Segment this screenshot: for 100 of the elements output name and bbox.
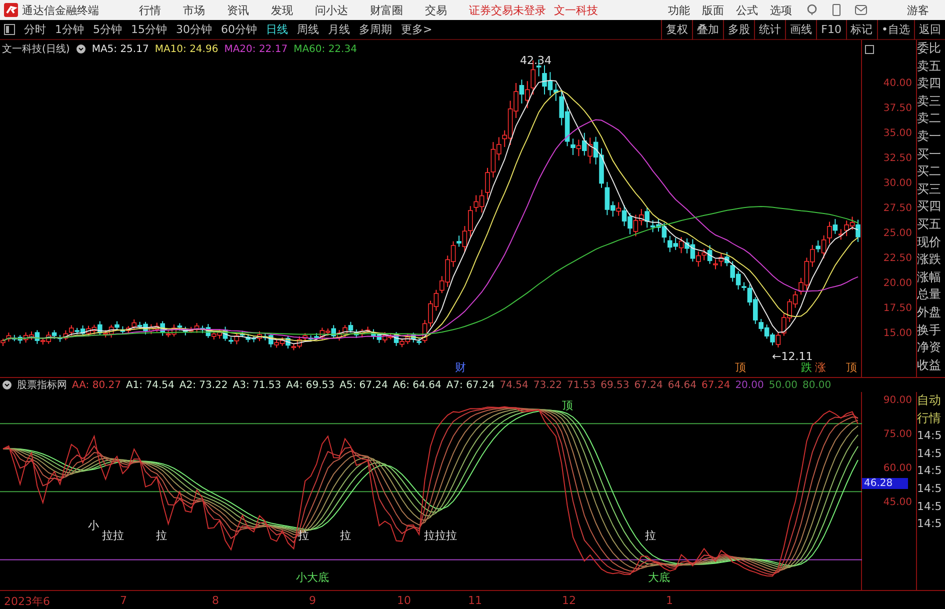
date-axis-label: 7 <box>120 594 127 607</box>
indicator-name: 股票指标网 <box>17 378 67 392</box>
price-axis-label: 27.50 <box>883 203 912 214</box>
chart-tool-button[interactable]: 叠加 <box>692 20 724 40</box>
period-tab[interactable]: 60分钟 <box>221 22 257 37</box>
tool-menu-item[interactable]: 版面 <box>702 2 724 18</box>
indicator-value: 74.54 <box>500 380 528 390</box>
signal-label: 拉拉拉 <box>424 528 457 543</box>
price-axis-label: 30.00 <box>883 178 912 189</box>
indicator-value: 80.00 <box>802 380 832 390</box>
quote-field-label: 净资 <box>917 339 942 356</box>
quote-field-label: 外盘 <box>917 304 942 321</box>
tool-menu-item[interactable]: 功能 <box>668 2 690 18</box>
indicator-value: 67.24 <box>634 380 663 390</box>
quote-field-label: 卖三 <box>917 92 942 110</box>
tool-menu-item[interactable]: 公式 <box>736 2 758 18</box>
quote-field-label: 委比 <box>917 40 942 57</box>
indicator-value: AA: 80.27 <box>72 380 121 390</box>
quote-field-label: 卖五 <box>917 58 942 75</box>
signal-label: 拉 <box>340 528 351 543</box>
panel-header[interactable]: 行情 <box>917 410 945 428</box>
period-tab[interactable]: 多周期 <box>359 22 392 37</box>
signal-label: 大底 <box>648 570 670 585</box>
signal-label: 小大底 <box>296 570 329 585</box>
menu-item[interactable]: 市场 <box>183 2 205 18</box>
menu-item[interactable]: 行情 <box>139 2 161 18</box>
period-tab[interactable]: 1分钟 <box>55 22 84 37</box>
quote-field-label: 涨跌 <box>917 251 942 268</box>
quote-field-label: 买五 <box>917 216 942 233</box>
price-axis-label: 25.00 <box>883 228 912 239</box>
indicator-value: 69.53 <box>600 380 630 390</box>
user-label[interactable]: 游客 <box>907 2 929 18</box>
indicator-value: 73.22 <box>533 380 562 390</box>
chart-tool-button[interactable]: 统计 <box>754 20 786 40</box>
price-axis-label: 32.50 <box>883 153 912 164</box>
price-axis-label: 22.50 <box>883 253 912 264</box>
tool-menu-item[interactable]: 选项 <box>770 2 792 18</box>
trade-time: 14:5 <box>917 428 943 444</box>
price-axis-label: 40.00 <box>883 78 912 89</box>
date-axis-label: 12 <box>562 594 576 607</box>
window-icon[interactable] <box>865 45 874 54</box>
chart-tool-button[interactable]: 复权 <box>661 20 692 40</box>
indicator-value: 67.24 <box>702 380 730 390</box>
support-icon[interactable] <box>806 4 818 16</box>
indicator-value: A1: 74.54 <box>126 380 174 390</box>
period-tab[interactable]: 周线 <box>297 22 319 37</box>
date-axis-label: 10 <box>397 594 411 607</box>
period-tab[interactable]: 月线 <box>328 22 350 37</box>
quote-field-label: 总量 <box>917 286 942 304</box>
app-name: 通达信金融终端 <box>22 2 99 18</box>
menu-item[interactable]: 交易 <box>425 2 447 18</box>
price-axis-label: 15.00 <box>883 328 912 339</box>
period-tab[interactable]: 5分钟 <box>93 22 122 37</box>
quote-field-label: 换手 <box>917 322 942 338</box>
menu-item[interactable]: 发现 <box>271 2 293 18</box>
chart-tool-button[interactable]: 返回 <box>914 20 945 40</box>
indicator-value: A6: 64.64 <box>392 380 442 390</box>
indicator-value: 20.00 <box>735 380 764 390</box>
date-axis-label: 11 <box>468 594 482 607</box>
chart-tool-button[interactable]: •自选 <box>876 20 914 40</box>
chart-tool-button[interactable]: 多股 <box>723 20 754 40</box>
period-tab[interactable]: 更多> <box>401 22 432 37</box>
menu-item[interactable]: 问小达 <box>315 2 348 18</box>
indicator-value: A2: 73.22 <box>179 380 228 390</box>
chart-tool-button[interactable]: F10 <box>816 20 846 40</box>
mail-icon[interactable] <box>855 5 867 15</box>
menu-item[interactable]: 财富圈 <box>370 2 403 18</box>
low-price-label: ←12.11 <box>772 350 813 363</box>
signal-label: 小 <box>88 518 99 533</box>
indicator-value: 71.53 <box>566 380 596 390</box>
panel-toggle-icon[interactable] <box>4 24 15 35</box>
indicator-value: A4: 69.53 <box>286 380 335 390</box>
chart-tool-button[interactable]: 画线 <box>785 20 816 40</box>
dropdown-icon[interactable] <box>76 44 86 54</box>
date-axis-label: 9 <box>309 594 316 607</box>
indicator-axis-label: 75.00 <box>883 429 912 440</box>
menu-item[interactable]: 资讯 <box>227 2 249 18</box>
phone-icon[interactable] <box>832 4 841 16</box>
trade-time: 14:5 <box>917 480 943 497</box>
period-tab[interactable]: 30分钟 <box>176 22 212 37</box>
quote-field-label: 卖一 <box>917 128 942 145</box>
date-axis-label: 2023年6 <box>4 594 50 609</box>
quote-field-label: 买四 <box>917 198 942 216</box>
chart-tool-button[interactable]: 标记 <box>846 20 876 40</box>
signal-marker: 财 <box>455 360 466 375</box>
stock-title: 文一科技(日线) <box>2 42 70 56</box>
quote-field-label: 买一 <box>917 146 942 163</box>
quote-field-label: 买二 <box>917 163 942 180</box>
quote-field-label: 买三 <box>917 180 942 198</box>
quote-field-label: 卖四 <box>917 75 942 92</box>
trade-time: 14:5 <box>917 498 943 515</box>
indicator-value: 64.64 <box>668 380 697 390</box>
period-tab[interactable]: 15分钟 <box>131 22 167 37</box>
panel-header[interactable]: 自动 <box>917 392 945 410</box>
dropdown-icon[interactable] <box>2 380 12 390</box>
period-tab[interactable]: 日线 <box>266 22 288 37</box>
period-tab[interactable]: 分时 <box>24 22 46 37</box>
trade-time: 14:5 <box>917 463 943 480</box>
current-value-label: 46.28 <box>862 478 908 489</box>
signal-label: 拉 <box>156 528 167 543</box>
